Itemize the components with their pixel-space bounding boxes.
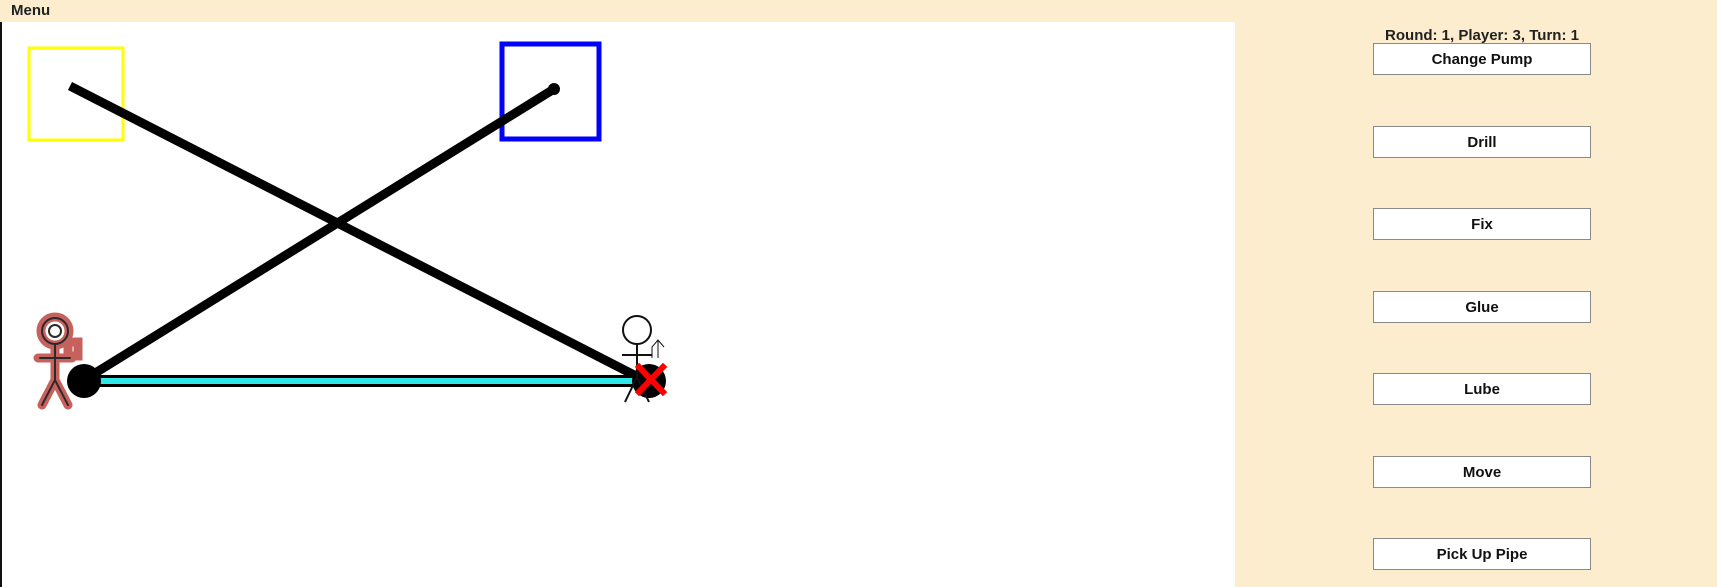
drill-button[interactable]: Drill bbox=[1373, 126, 1591, 158]
turn-status: Round: 1, Player: 3, Turn: 1 bbox=[1385, 27, 1579, 44]
pick-up-pipe-button[interactable]: Pick Up Pipe bbox=[1373, 538, 1591, 570]
menu-bar: Menu bbox=[0, 0, 1717, 22]
pump-node-left[interactable] bbox=[67, 364, 101, 398]
fix-button[interactable]: Fix bbox=[1373, 208, 1591, 240]
game-board[interactable] bbox=[0, 22, 1235, 587]
change-pump-button[interactable]: Change Pump bbox=[1373, 43, 1591, 75]
lube-button[interactable]: Lube bbox=[1373, 373, 1591, 405]
board-svg bbox=[27, 41, 668, 410]
menu-button[interactable]: Menu bbox=[11, 2, 50, 19]
pipe-end-node[interactable] bbox=[548, 83, 560, 95]
glue-button[interactable]: Glue bbox=[1373, 291, 1591, 323]
move-button[interactable]: Move bbox=[1373, 456, 1591, 488]
pump-tool-icon bbox=[651, 339, 665, 358]
